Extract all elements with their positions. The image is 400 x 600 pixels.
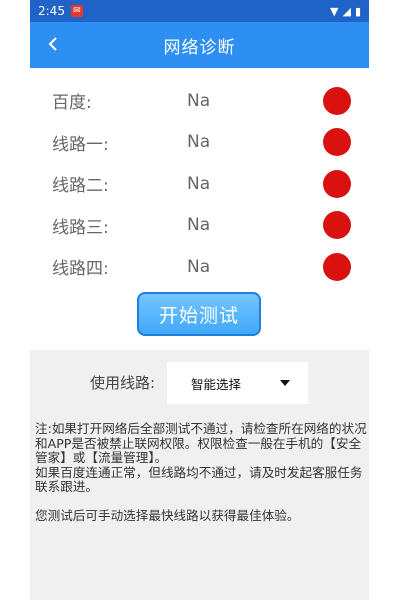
chevron-down-icon[interactable] bbox=[280, 380, 290, 386]
row-value: Na bbox=[187, 132, 211, 153]
help-notes: 注:如果打开网络后全部测试不通过，请检查所在网络的状况和APP是否被禁止联网权限… bbox=[35, 421, 367, 523]
settings-panel: 使用线路: 智能选择 注:如果打开网络后全部测试不通过，请检查所在网络的状况和A… bbox=[30, 350, 369, 600]
diagnostic-row-line-3: 线路三: Na bbox=[30, 205, 369, 247]
status-bar: 2:45 ✉ ▼ ◢ ▮ bbox=[30, 0, 369, 22]
status-indicator bbox=[323, 128, 351, 157]
app-bar: 网络诊断 bbox=[30, 22, 369, 68]
note-tip: 您测试后可手动选择最快线路以获得最佳体验。 bbox=[35, 507, 300, 523]
start-test-button[interactable]: 开始测试 bbox=[137, 292, 261, 336]
route-select[interactable]: 智能选择 bbox=[167, 362, 308, 404]
status-indicator bbox=[323, 211, 351, 240]
route-select-value: 智能选择 bbox=[191, 376, 242, 392]
row-value: Na bbox=[187, 215, 211, 236]
battery-icon: ▮ bbox=[354, 4, 361, 18]
diagnostic-row-line-1: 线路一: Na bbox=[30, 122, 369, 164]
row-label: 线路一: bbox=[52, 134, 109, 155]
status-indicator bbox=[323, 86, 351, 115]
row-label: 线路三: bbox=[52, 217, 109, 238]
status-bar-left: 2:45 ✉ bbox=[38, 4, 83, 18]
row-value: Na bbox=[187, 90, 211, 111]
row-label: 线路二: bbox=[52, 176, 109, 197]
signal-icon: ◢ bbox=[342, 4, 351, 18]
app-screen: 2:45 ✉ ▼ ◢ ▮ 网络诊断 百度: Na 线路一: Na 线路二: Na… bbox=[30, 0, 369, 600]
route-selection-row: 使用线路: 智能选择 bbox=[30, 362, 369, 404]
status-time: 2:45 bbox=[38, 4, 65, 18]
diagnostic-list: 百度: Na 线路一: Na 线路二: Na 线路三: Na 线路四: Na bbox=[30, 68, 369, 288]
back-arrow-icon[interactable] bbox=[40, 30, 68, 58]
app-notification-icon: ✉ bbox=[70, 5, 83, 17]
diagnostic-row-line-4: 线路四: Na bbox=[30, 246, 369, 288]
page-title: 网络诊断 bbox=[163, 37, 236, 58]
row-value: Na bbox=[187, 173, 211, 194]
note-support: 如果百度连通正常，但线路均不通过，请及时发起客服任务联系跟进。 bbox=[35, 464, 363, 494]
row-value: Na bbox=[187, 256, 211, 277]
status-bar-right: ▼ ◢ ▮ bbox=[330, 5, 361, 18]
wifi-icon: ▼ bbox=[330, 4, 339, 18]
diagnostic-row-line-2: 线路二: Na bbox=[30, 163, 369, 205]
diagnostic-row-baidu: 百度: Na bbox=[30, 80, 369, 122]
route-label: 使用线路: bbox=[90, 374, 156, 392]
status-indicator bbox=[323, 252, 351, 281]
row-label: 百度: bbox=[52, 93, 92, 114]
note-permission: 注:如果打开网络后全部测试不通过，请检查所在网络的状况和APP是否被禁止联网权限… bbox=[35, 421, 367, 465]
status-indicator bbox=[323, 169, 351, 198]
row-label: 线路四: bbox=[52, 259, 109, 280]
